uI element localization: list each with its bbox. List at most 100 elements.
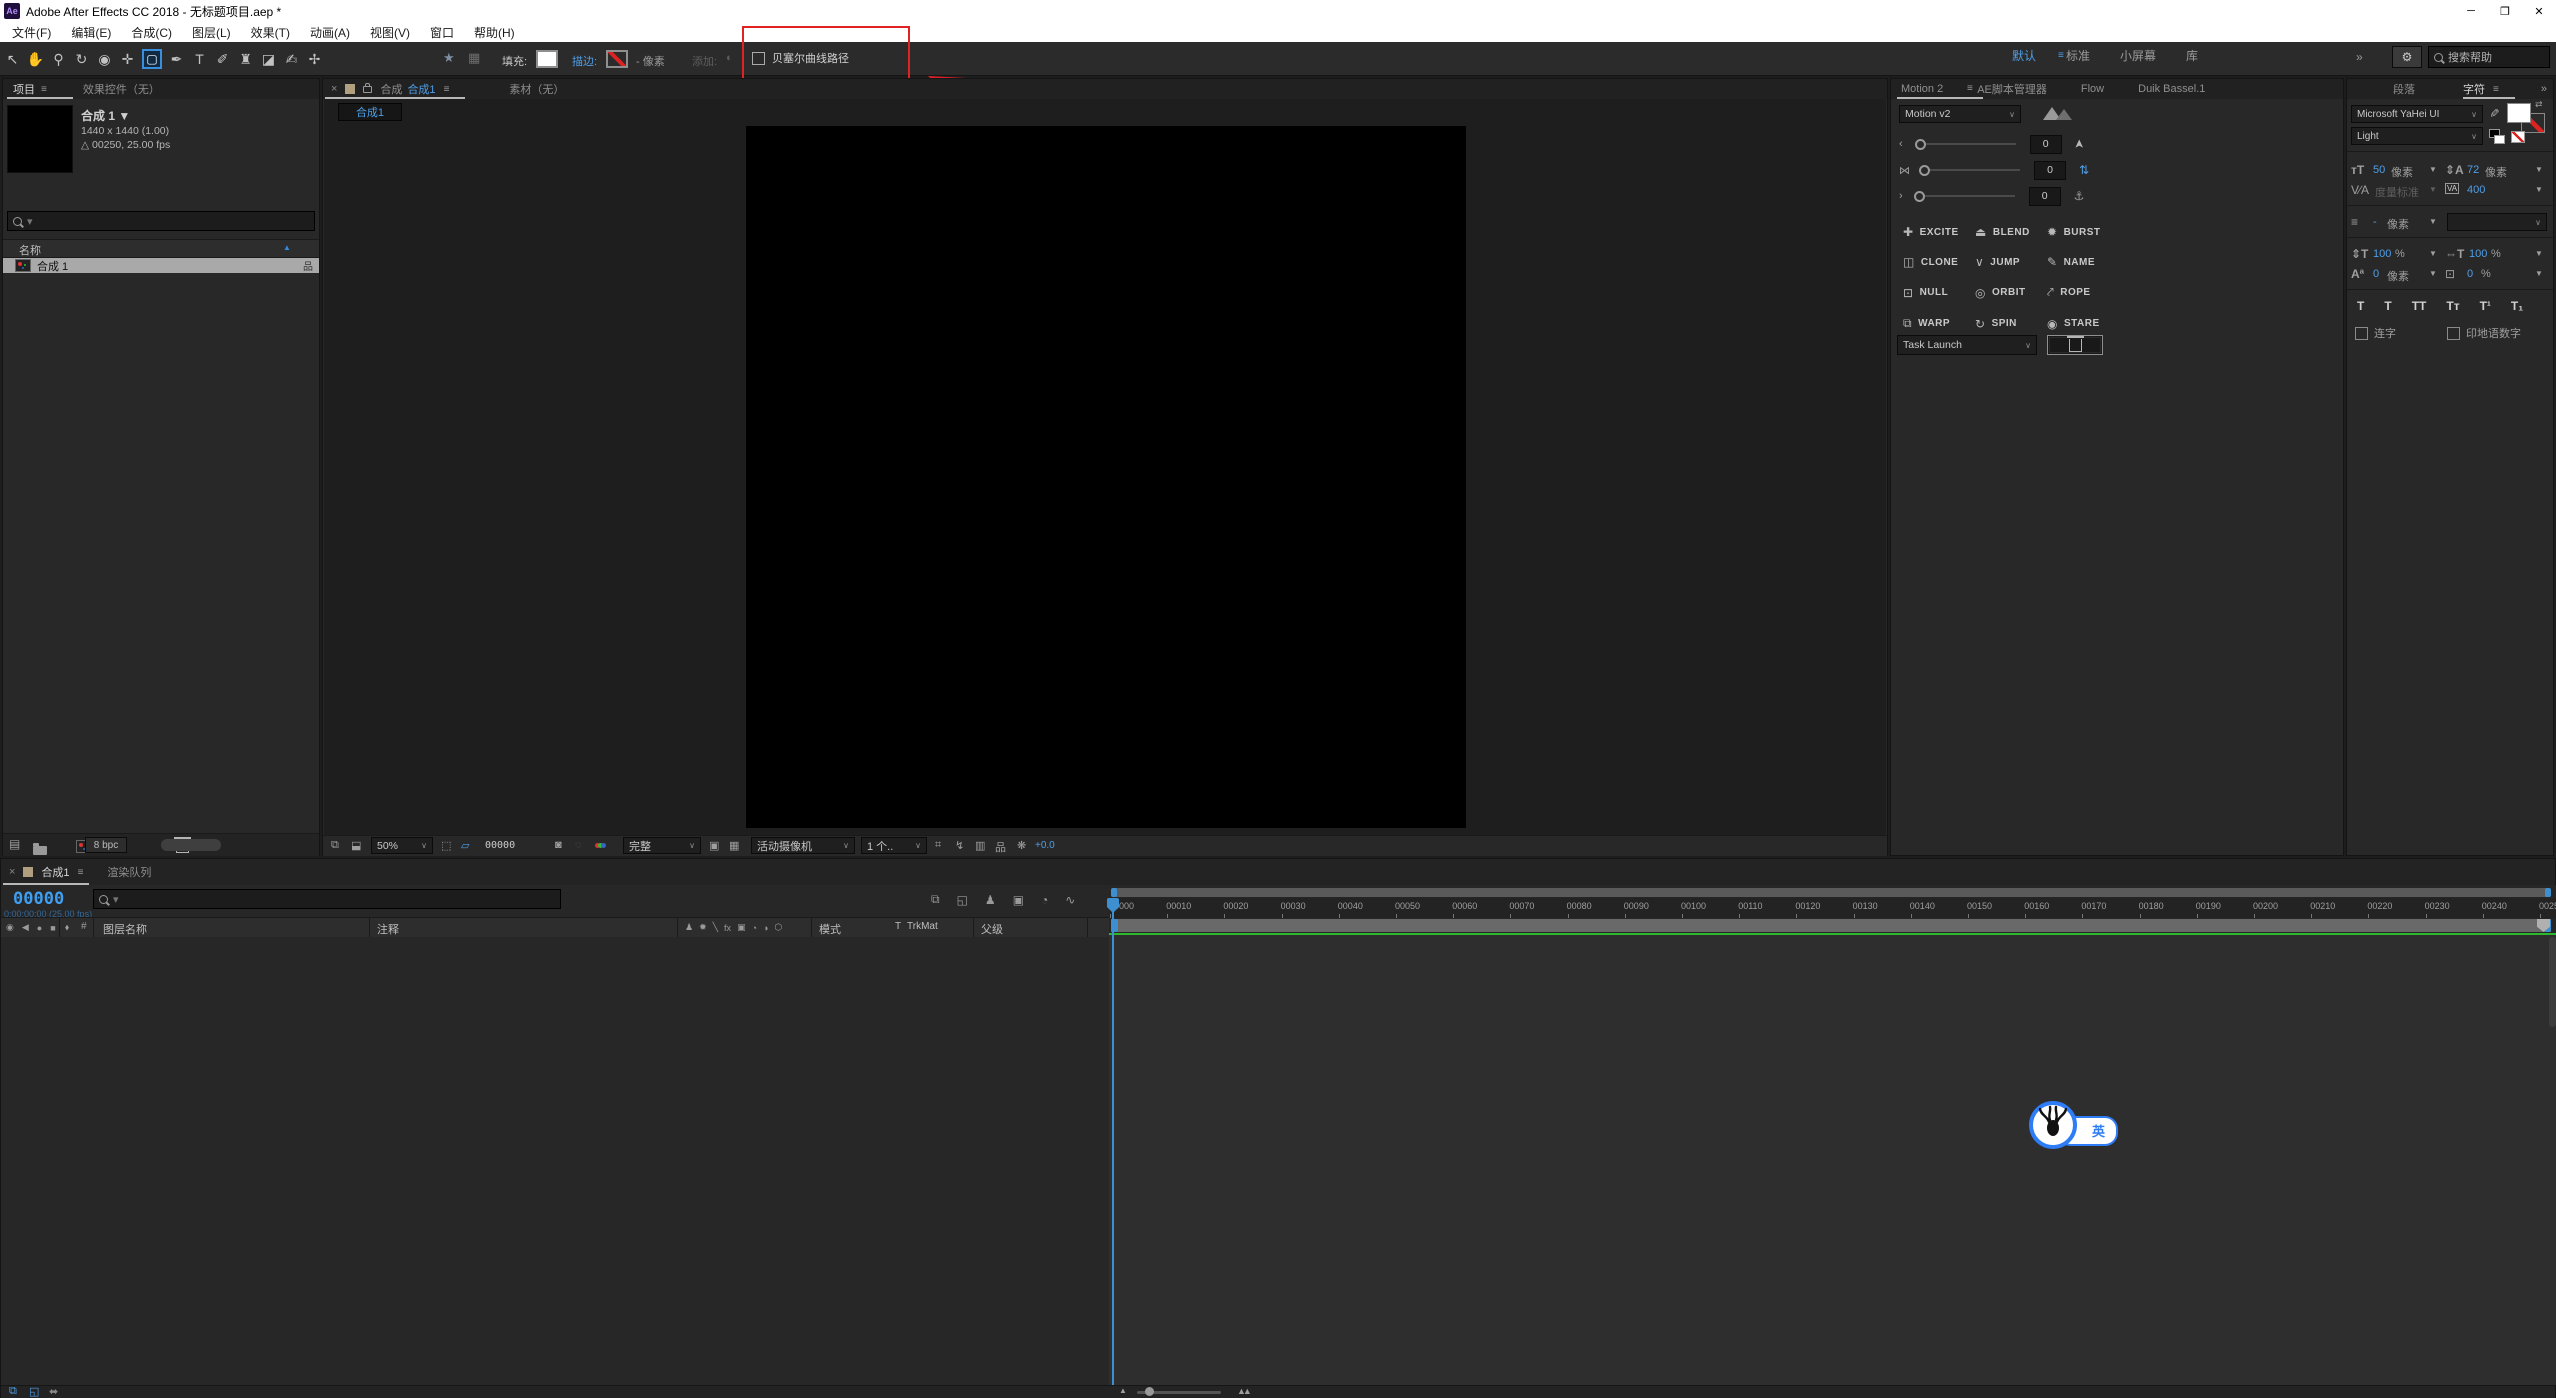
swap-fill-stroke-icon[interactable]: ⇄ — [2535, 99, 2543, 110]
timeline-vscrollbar[interactable] — [2549, 937, 2556, 1027]
help-search-field[interactable]: 搜索帮助 — [2428, 46, 2550, 68]
shape-star-icon[interactable]: ★ — [443, 50, 455, 66]
trkmat-t-column[interactable]: T — [895, 921, 901, 932]
restore-button[interactable]: ❐ — [2488, 0, 2522, 22]
viewer-tab-comp-name[interactable]: 合成1 — [407, 81, 435, 97]
name-button[interactable]: ✎NAME — [2047, 255, 2127, 269]
trkmat-column[interactable]: TrkMat — [907, 921, 938, 932]
faux-style-button[interactable]: T₁ — [2511, 299, 2523, 313]
text-fill-swatch[interactable] — [2507, 103, 2531, 123]
ligatures-option[interactable]: 连字 — [2355, 325, 2396, 341]
snapshot-icon[interactable]: ◙ — [555, 839, 562, 851]
no-color-icon[interactable] — [2511, 131, 2525, 143]
font-size-dropdown-icon[interactable]: ▼ — [2429, 165, 2437, 174]
slider-track[interactable] — [1926, 143, 2016, 145]
zoom-tool[interactable]: ⚲ — [50, 48, 67, 70]
audio-icon[interactable]: ◀ — [22, 922, 29, 933]
tab-duik[interactable]: Duik Bassel.1 — [2138, 83, 2205, 95]
unified-camera-tool[interactable]: ◉ — [96, 48, 113, 70]
font-style-dropdown[interactable]: Light∨ — [2351, 127, 2483, 145]
flowchart-icon[interactable]: 品 — [303, 258, 313, 273]
type-tool[interactable]: T — [191, 48, 208, 70]
expand-inout-icon[interactable]: ⬌ — [49, 1385, 58, 1398]
faux-style-button[interactable]: T — [2357, 299, 2364, 313]
comment-column[interactable]: 注释 — [377, 921, 399, 937]
blend-button[interactable]: ⏏BLEND — [1975, 225, 2047, 239]
new-folder-icon[interactable] — [33, 846, 47, 855]
expand-layer-switches-icon[interactable]: ⧉ — [9, 1385, 17, 1398]
lock-icon[interactable]: ■ — [50, 923, 55, 933]
timeline-zoom-slider-knob[interactable] — [1145, 1387, 1154, 1396]
minimize-button[interactable]: ─ — [2454, 0, 2488, 22]
slider-value-field[interactable]: 0 — [2030, 135, 2062, 154]
project-panel-menu-icon[interactable]: ≡ — [41, 84, 47, 95]
timeline-jump-icon[interactable]: ▥ — [975, 839, 985, 852]
tracking-value[interactable]: 400 — [2467, 184, 2485, 196]
rectangle-tool[interactable]: ▢ — [142, 49, 162, 69]
camera-dropdown[interactable]: 活动摄像机∨ — [751, 837, 855, 854]
kerning-value[interactable]: 度量标准 — [2375, 184, 2419, 200]
viewer-lock-icon[interactable] — [363, 86, 372, 93]
clone-stamp-tool[interactable]: ♜ — [237, 48, 254, 70]
vertical-scale-value[interactable]: 100 — [2373, 248, 2391, 260]
tab-paragraph[interactable]: 段落 — [2393, 81, 2415, 97]
region-of-interest-icon[interactable]: ▱ — [461, 839, 469, 852]
slider-value-field[interactable]: 0 — [2034, 161, 2066, 180]
graph-editor-icon[interactable]: ∿ — [1065, 893, 1075, 907]
stare-button[interactable]: ◉STARE — [2047, 316, 2127, 331]
hindi-digits-option[interactable]: 印地语数字 — [2447, 325, 2521, 341]
roto-brush-tool[interactable]: ✍ — [283, 48, 300, 70]
timeline-search-field[interactable]: ▾ — [93, 889, 561, 909]
workspace-libraries[interactable]: 库 — [2186, 47, 2198, 64]
cube-3d-icon[interactable]: ⬡ — [774, 922, 782, 933]
channels-icon[interactable] — [595, 839, 606, 851]
view-layout-dropdown[interactable]: 1 个..∨ — [861, 837, 927, 854]
pan-behind-tool[interactable]: ✛ — [119, 48, 136, 70]
brush-tool[interactable]: ✐ — [214, 48, 231, 70]
slider-track[interactable] — [1930, 169, 2020, 171]
timeline-tab-close-icon[interactable]: × — [9, 866, 15, 878]
magnification-dropdown[interactable]: 50%∨ — [371, 837, 433, 854]
adjustment-icon[interactable]: ◑ — [763, 923, 768, 933]
tab-footage[interactable]: 素材（无） — [509, 81, 564, 97]
navigator-end-handle[interactable] — [2545, 888, 2551, 897]
name-column-header[interactable]: 名称 — [19, 242, 41, 258]
faux-style-button[interactable]: TT — [2412, 299, 2427, 313]
menu-item[interactable]: 视图(V) — [360, 24, 420, 41]
rotation-tool[interactable]: ↻ — [73, 48, 90, 70]
viewer-panel-menu-icon[interactable]: ≡ — [444, 84, 450, 95]
grid-guides-icon[interactable]: ⬚ — [441, 839, 451, 852]
tab-motion-2[interactable]: Motion 2 — [1901, 83, 1943, 95]
motion-blur-toggle-icon[interactable]: ◔ — [1041, 893, 1048, 907]
workspace-menu-icon[interactable]: ≡ — [2058, 50, 2064, 61]
motion-blur-icon[interactable]: ◔ — [752, 923, 757, 933]
leading-dropdown-icon[interactable]: ▼ — [2535, 165, 2543, 174]
menu-item[interactable]: 图层(L) — [182, 24, 241, 41]
fill-color-swatch[interactable] — [536, 50, 558, 68]
layer-list-empty[interactable] — [1, 937, 1109, 1385]
mode-column[interactable]: 模式 — [819, 921, 841, 937]
video-eye-icon[interactable]: ◉ — [6, 922, 14, 933]
font-family-dropdown[interactable]: Microsoft YaHei UI∨ — [2351, 105, 2483, 123]
project-comp-title[interactable]: 合成 1 ▼ — [81, 107, 130, 124]
tab-overflow-icon[interactable]: » — [2541, 83, 2547, 95]
char-stroke-width-value[interactable]: - — [2373, 216, 2377, 228]
menu-item[interactable]: 合成(C) — [121, 24, 182, 41]
hindi-digits-checkbox[interactable] — [2447, 327, 2460, 340]
slider-knob[interactable] — [1915, 139, 1926, 150]
baseline-shift-value[interactable]: 0 — [2373, 268, 2379, 280]
navigator-start-handle[interactable] — [1111, 888, 1117, 897]
spin-button[interactable]: ↻SPIN — [1975, 316, 2047, 331]
project-scrollbar[interactable] — [161, 839, 221, 851]
solo-icon[interactable]: ● — [37, 923, 42, 933]
label-column-icon[interactable]: ⬧ — [65, 922, 69, 933]
excite-button[interactable]: ✚EXCITE — [1903, 225, 1975, 239]
workspace-overflow-icon[interactable]: » — [2356, 50, 2363, 64]
puppet-pin-tool[interactable]: ✢ — [306, 48, 323, 70]
orbit-button[interactable]: ◎ORBIT — [1975, 285, 2047, 300]
menu-item[interactable]: 效果(T) — [241, 24, 300, 41]
null-button[interactable]: ⊡NULL — [1903, 285, 1975, 300]
comp-flowchart-icon[interactable]: 品 — [995, 839, 1006, 855]
transparency-grid-toggle-icon[interactable]: ▦ — [729, 839, 739, 852]
project-item-row[interactable]: 合成 1 品 — [3, 258, 319, 273]
